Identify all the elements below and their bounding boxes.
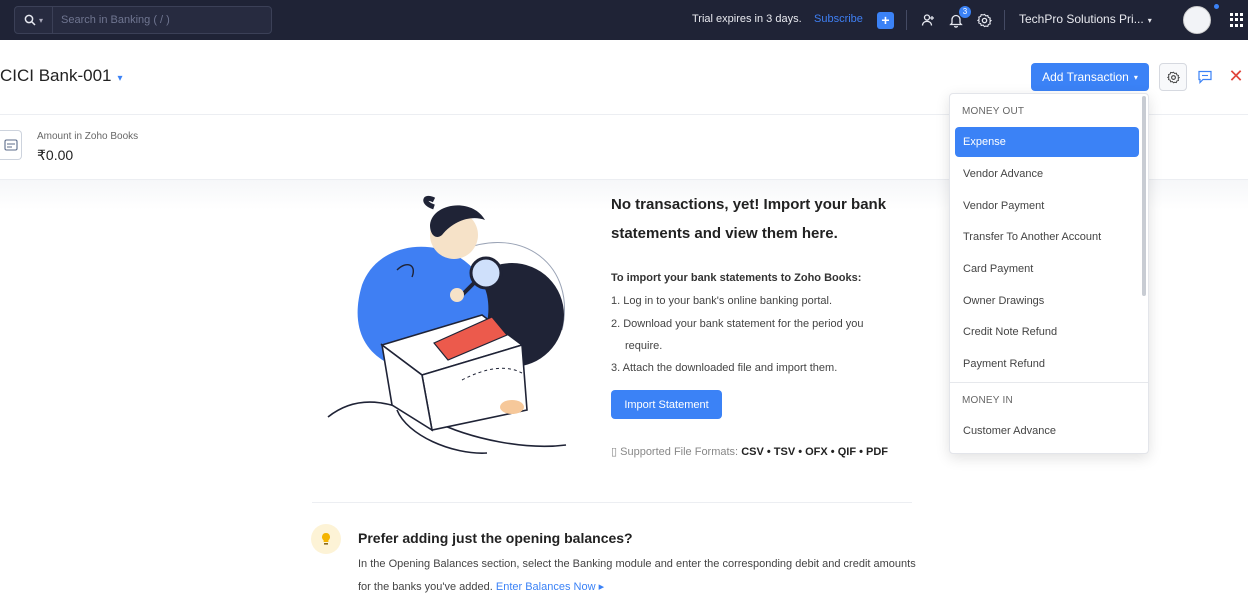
amount-label: Amount in Zoho Books: [37, 131, 139, 142]
comment-icon: [1198, 70, 1212, 84]
menu-item-payment-refund[interactable]: Payment Refund: [955, 349, 1139, 379]
money-out-heading: MONEY OUT: [962, 106, 1025, 117]
chevron-down-icon: ▾: [1133, 72, 1138, 82]
referral-icon[interactable]: [919, 11, 937, 29]
step-1: 1. Log in to your bank's online banking …: [611, 295, 833, 307]
menu-item-transfer-to-another-account[interactable]: Transfer To Another Account: [955, 222, 1139, 252]
step-2-continued: require.: [625, 340, 663, 352]
amount-value: ₹0.00: [37, 147, 74, 163]
divider: [312, 502, 912, 503]
page-title: CICI Bank-001: [0, 66, 112, 85]
import-statement-button[interactable]: Import Statement: [611, 390, 722, 419]
close-icon[interactable]: ✕: [1226, 66, 1246, 86]
enter-balances-link[interactable]: Enter Balances Now ▸: [496, 581, 604, 593]
divider: [950, 382, 1148, 383]
chevron-down-icon: ▾: [117, 73, 123, 84]
supported-formats: ▯ Supported File Formats: CSV • TSV • OF…: [611, 445, 888, 458]
user-avatar[interactable]: [1183, 6, 1211, 34]
empty-state-illustration: [327, 195, 567, 454]
chevron-down-icon: ▾: [1147, 16, 1152, 25]
divider: [906, 10, 907, 30]
money-in-heading: MONEY IN: [962, 395, 1013, 406]
divider: [1004, 10, 1005, 30]
step-2: 2. Download your bank statement for the …: [611, 318, 864, 330]
search-box[interactable]: ▾ Search in Banking ( / ): [14, 6, 272, 34]
step-3: 3. Attach the downloaded file and import…: [611, 362, 838, 374]
subscribe-link[interactable]: Subscribe: [814, 13, 863, 25]
opening-balances-title: Prefer adding just the opening balances?: [358, 530, 633, 546]
search-mode-selector[interactable]: ▾: [15, 7, 53, 33]
search-input[interactable]: Search in Banking ( / ): [61, 14, 170, 26]
account-settings-button[interactable]: [1159, 63, 1187, 91]
search-icon: [24, 14, 36, 26]
menu-item-expense[interactable]: Expense: [955, 127, 1139, 157]
add-transaction-label: Add Transaction: [1042, 70, 1129, 84]
add-transaction-dropdown: MONEY OUT Expense Vendor Advance Vendor …: [949, 93, 1149, 454]
opening-balances-description: In the Opening Balances section, select …: [358, 553, 918, 599]
status-dot: [1214, 4, 1219, 9]
organization-switcher[interactable]: TechPro Solutions Pri... ▾: [1019, 12, 1152, 26]
dropdown-scrollbar[interactable]: [1142, 96, 1146, 296]
quick-create-button[interactable]: +: [877, 12, 894, 29]
menu-item-vendor-payment[interactable]: Vendor Payment: [955, 191, 1139, 221]
top-navigation-bar: ▾ Search in Banking ( / ) Trial expires …: [0, 0, 1248, 40]
menu-item-credit-note-refund[interactable]: Credit Note Refund: [955, 317, 1139, 347]
empty-state-title: No transactions, yet! Import your bank s…: [611, 196, 887, 242]
app-launcher-grid-icon[interactable]: [1230, 13, 1244, 27]
formats-label: Supported File Formats:: [620, 446, 739, 458]
opening-balances-text: In the Opening Balances section, select …: [358, 558, 916, 593]
steps-heading: To import your bank statements to Zoho B…: [611, 272, 862, 284]
menu-item-card-payment[interactable]: Card Payment: [955, 254, 1139, 284]
organization-name: TechPro Solutions Pri...: [1019, 12, 1144, 26]
formats-value: CSV • TSV • OFX • QIF • PDF: [741, 446, 888, 458]
add-transaction-button[interactable]: Add Transaction ▾: [1031, 63, 1149, 91]
menu-item-customer-advance[interactable]: Customer Advance: [955, 416, 1139, 446]
comments-button[interactable]: [1195, 67, 1215, 87]
gear-icon: [1166, 71, 1180, 83]
file-icon: ▯: [611, 446, 618, 458]
lightbulb-icon: [311, 524, 341, 554]
chevron-down-icon: ▾: [38, 15, 43, 25]
settings-gear-icon[interactable]: [975, 11, 993, 29]
notification-count-badge: 3: [959, 6, 971, 18]
menu-item-owner-drawings[interactable]: Owner Drawings: [955, 286, 1139, 316]
trial-expiry-text: Trial expires in 3 days.: [692, 13, 802, 25]
account-switcher[interactable]: CICI Bank-001 ▾: [0, 66, 123, 86]
menu-item-vendor-advance[interactable]: Vendor Advance: [955, 159, 1139, 189]
bank-account-icon: [0, 130, 22, 160]
